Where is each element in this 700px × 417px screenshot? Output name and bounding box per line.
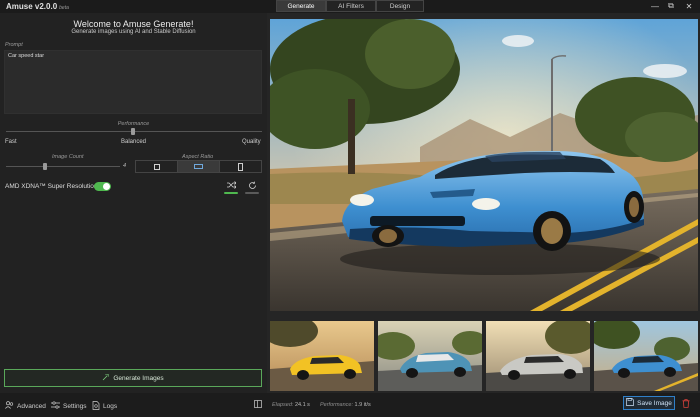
refresh-indicator [245, 192, 259, 194]
generate-images-button[interactable]: Generate Images [4, 369, 262, 387]
portrait-icon [238, 162, 243, 171]
elapsed-label: Elapsed: [272, 402, 294, 408]
image-count-slider-thumb[interactable] [43, 163, 47, 170]
save-image-label: Save Image [637, 399, 672, 407]
image-count-slider[interactable] [6, 166, 120, 167]
generate-images-label: Generate Images [113, 374, 164, 382]
prompt-label: Prompt [5, 42, 23, 48]
image-count-label: Image Count [52, 154, 84, 160]
image-count-value: 4 [123, 163, 127, 169]
performance-stat: Performance: 1.9 it/s [320, 402, 371, 408]
users-icon [5, 401, 14, 411]
aspect-ratio-selector [135, 160, 262, 173]
advanced-button[interactable]: Advanced [5, 401, 46, 411]
delete-icon[interactable] [680, 397, 692, 409]
logs-button[interactable]: Logs [92, 401, 117, 412]
advanced-label: Advanced [17, 402, 46, 410]
toggle-knob [103, 183, 110, 190]
gallery-panel [267, 13, 700, 393]
settings-panel: Welcome to Amuse Generate! Generate imag… [0, 13, 267, 393]
prompt-input[interactable]: Car speed star [4, 50, 262, 114]
mode-tabs: Generate AI Filters Design [276, 0, 424, 12]
panel-toggle-icon[interactable] [251, 397, 265, 411]
title-bar: Amuse v2.0.0 beta Generate AI Filters Des… [0, 0, 700, 13]
welcome-subtitle: Generate images using AI and Stable Diff… [71, 29, 196, 35]
aspect-portrait-button[interactable] [220, 161, 261, 172]
document-search-icon [92, 401, 100, 412]
status-bar: Advanced Settings Logs Elapsed: 24.1 s P… [0, 393, 700, 417]
save-image-button[interactable]: Save Image [623, 396, 675, 410]
aspect-square-button[interactable] [136, 161, 178, 172]
refresh-icon[interactable] [245, 178, 259, 192]
shuffle-icon[interactable] [224, 178, 238, 192]
close-icon[interactable]: ✕ [682, 0, 696, 12]
aspect-landscape-button[interactable] [178, 161, 220, 172]
restore-icon[interactable]: ⧉ [664, 0, 678, 12]
minimize-icon[interactable]: — [648, 0, 662, 12]
perf-tick-fast: Fast [5, 139, 17, 145]
performance-label: Performance [117, 121, 150, 127]
square-icon [153, 163, 160, 170]
settings-button[interactable]: Settings [51, 401, 87, 411]
performance-stat-label: Performance: [320, 402, 354, 408]
elapsed-value: 24.1 s [294, 402, 310, 408]
super-resolution-label: AMD XDNA™ Super Resolution [5, 183, 98, 190]
welcome-title: Welcome to Amuse Generate! [73, 19, 194, 29]
landscape-icon [194, 164, 203, 169]
thumbnail-2[interactable] [378, 321, 482, 391]
thumbnail-4[interactable] [594, 321, 698, 391]
save-icon [626, 398, 635, 408]
beta-badge: beta [59, 5, 69, 11]
thumbnail-3[interactable] [486, 321, 590, 391]
thumbnail-1[interactable] [270, 321, 374, 391]
shuffle-active-indicator [224, 192, 238, 194]
super-resolution-toggle[interactable] [94, 182, 111, 191]
elapsed-stat: Elapsed: 24.1 s [272, 402, 310, 408]
sliders-icon [51, 401, 60, 411]
tab-ai-filters[interactable]: AI Filters [326, 0, 376, 12]
perf-tick-balanced: Balanced [121, 139, 147, 145]
app-name: Amuse v2.0.0 [6, 2, 58, 11]
performance-slider-thumb[interactable] [131, 128, 135, 135]
tab-generate[interactable]: Generate [276, 0, 326, 12]
logs-label: Logs [103, 403, 118, 410]
main-image[interactable] [270, 19, 698, 311]
sparkle-icon [102, 373, 110, 383]
tab-design[interactable]: Design [376, 0, 424, 12]
app-title: Amuse v2.0.0 beta [6, 2, 69, 11]
settings-label: Settings [63, 402, 87, 410]
perf-tick-quality: Quality [242, 139, 261, 145]
performance-stat-value: 1.9 it/s [354, 402, 371, 408]
